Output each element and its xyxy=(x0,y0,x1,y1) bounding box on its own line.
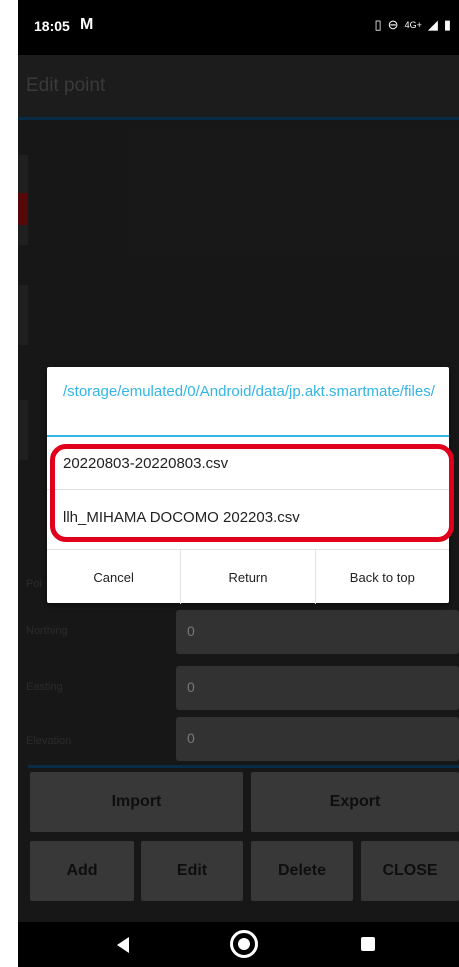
dialog-divider xyxy=(47,435,449,437)
signal-icon: ◢ xyxy=(427,17,438,32)
recents-icon[interactable] xyxy=(361,937,375,951)
dialog-buttons: Cancel Return Back to top xyxy=(47,549,449,604)
cancel-button[interactable]: Cancel xyxy=(47,550,182,604)
dnd-icon: ⊖ xyxy=(387,17,399,32)
network-label: 4G+ xyxy=(404,20,422,30)
carrier-icon: M xyxy=(80,16,94,33)
home-icon[interactable] xyxy=(230,930,258,958)
back-icon[interactable] xyxy=(117,937,129,953)
battery-icon: ▮ xyxy=(443,17,451,32)
phone-screen: 18:05 M ▯ ⊖ 4G+ ◢ ▮ Edit point Poi North… xyxy=(18,0,459,967)
return-button[interactable]: Return xyxy=(181,550,316,604)
vibrate-icon: ▯ xyxy=(374,17,382,32)
navigation-bar xyxy=(18,922,459,967)
status-icons: ▯ ⊖ 4G+ ◢ ▮ xyxy=(375,17,451,33)
annotation-highlight xyxy=(50,444,454,542)
back-to-top-button[interactable]: Back to top xyxy=(316,550,449,604)
status-bar: 18:05 M ▯ ⊖ 4G+ ◢ ▮ xyxy=(18,0,459,55)
directory-path: /storage/emulated/0/Android/data/jp.akt.… xyxy=(63,383,435,400)
status-time: 18:05 xyxy=(34,18,70,34)
